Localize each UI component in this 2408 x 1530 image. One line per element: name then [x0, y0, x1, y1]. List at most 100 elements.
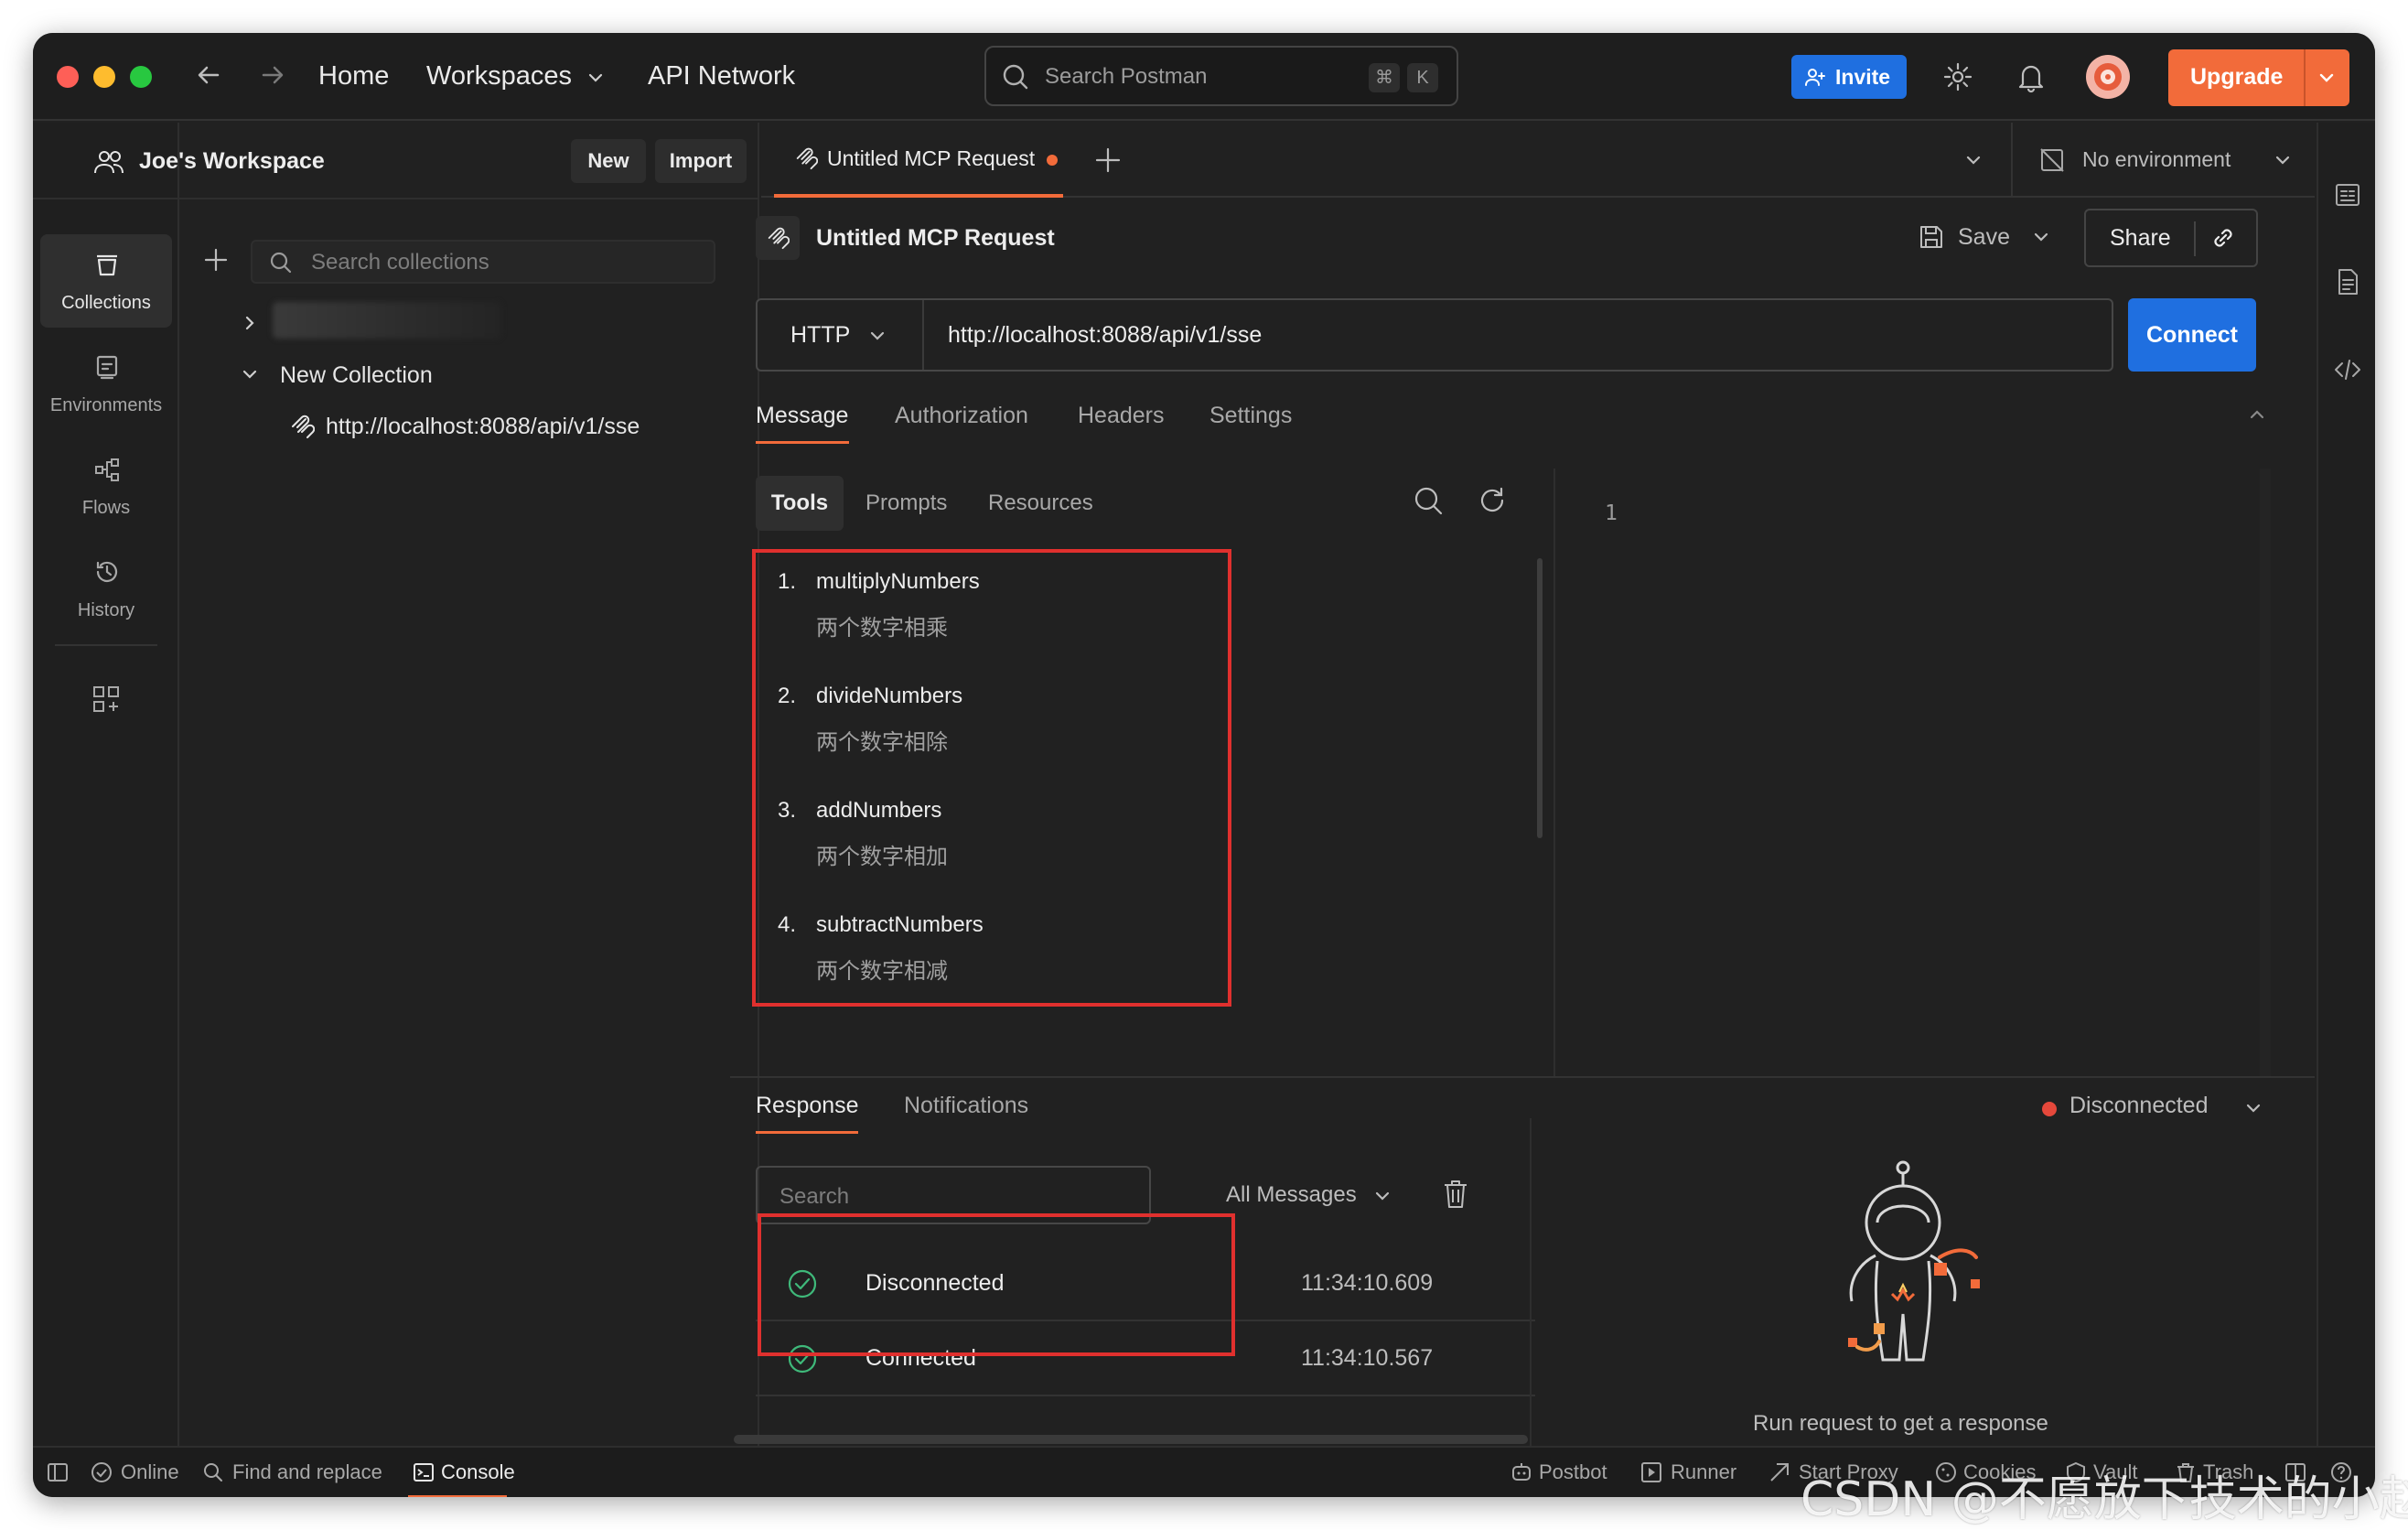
save-disk-icon[interactable]	[1918, 223, 1945, 251]
response-scrollbar[interactable]	[734, 1435, 1528, 1444]
online-status[interactable]: Online	[121, 1460, 179, 1484]
collections-icon	[93, 251, 121, 278]
rail-item-flows[interactable]: Flows	[40, 439, 172, 533]
url-input[interactable]: http://localhost:8088/api/v1/sse	[948, 322, 1262, 349]
tab-message[interactable]: Message	[756, 403, 848, 429]
chevron-down-icon[interactable]	[2273, 150, 2293, 170]
chevron-down-icon[interactable]	[1963, 150, 1983, 170]
copy-link-icon[interactable]	[2209, 223, 2238, 253]
add-sidebar-item-icon[interactable]	[91, 684, 121, 714]
tool-name: addNumbers	[816, 798, 942, 823]
search-collections-input[interactable]: Search collections	[251, 240, 715, 284]
search-icon[interactable]	[1413, 485, 1444, 516]
subtab-prompts[interactable]: Prompts	[865, 490, 947, 516]
avatar[interactable]	[2086, 55, 2130, 99]
share-button[interactable]: Share	[2110, 225, 2171, 252]
tab-settings[interactable]: Settings	[1209, 403, 1292, 429]
chevron-up-icon[interactable]	[2247, 404, 2267, 425]
add-collection-icon[interactable]	[203, 247, 229, 273]
upgrade-button[interactable]: Upgrade	[2168, 49, 2349, 106]
tab-authorization[interactable]: Authorization	[895, 403, 1028, 429]
chevron-down-icon[interactable]	[2031, 227, 2051, 247]
workspace-name[interactable]: Joe's Workspace	[139, 148, 325, 175]
chevron-down-icon[interactable]	[2317, 68, 2337, 88]
tool-name: subtractNumbers	[816, 912, 984, 937]
new-button[interactable]: New	[571, 139, 646, 183]
documentation-icon[interactable]	[2333, 181, 2362, 210]
api-network-link[interactable]: API Network	[648, 61, 795, 92]
tab-headers[interactable]: Headers	[1078, 403, 1165, 429]
chevron-down-icon[interactable]	[2243, 1098, 2263, 1118]
code-snippet-icon[interactable]	[2333, 355, 2362, 384]
close-window-button[interactable]	[57, 66, 79, 88]
tool-item[interactable]: 1. multiplyNumbers 两个数字相乘	[778, 569, 1217, 664]
shortcut-cmd-key: ⌘	[1369, 63, 1400, 92]
home-link[interactable]: Home	[318, 61, 389, 92]
csdn-watermark: CSDN @不愿放下技术的小赵	[1801, 1472, 2408, 1527]
chevron-down-icon[interactable]	[240, 364, 260, 384]
search-icon	[1001, 62, 1030, 92]
upgrade-label: Upgrade	[2190, 64, 2284, 90]
trash-icon[interactable]	[1442, 1179, 1469, 1210]
unsaved-dot	[1047, 155, 1058, 166]
back-arrow-icon[interactable]	[194, 60, 223, 90]
online-check-icon	[90, 1460, 113, 1484]
new-tab-plus-icon[interactable]	[1094, 146, 1122, 174]
sidebar-request-url[interactable]: http://localhost:8088/api/v1/sse	[326, 414, 640, 440]
rail-item-history[interactable]: History	[40, 542, 172, 635]
editor-scrollbar[interactable]	[2260, 469, 2271, 1076]
notification-bell-icon[interactable]	[2015, 60, 2048, 93]
request-title[interactable]: Untitled MCP Request	[816, 225, 1055, 252]
toggle-sidebar-icon[interactable]	[46, 1460, 70, 1484]
status-dot	[2042, 1102, 2057, 1116]
rail-item-environments[interactable]: Environments	[40, 337, 172, 430]
tool-number: 2.	[778, 684, 797, 708]
console-active-indicator	[408, 1495, 507, 1497]
tool-item[interactable]: 4. subtractNumbers 两个数字相减	[778, 912, 1217, 1007]
tab-response[interactable]: Response	[756, 1093, 859, 1119]
chevron-down-icon[interactable]	[867, 326, 887, 346]
console-button[interactable]: Console	[441, 1460, 515, 1484]
response-split-divider	[1530, 1118, 1532, 1446]
save-button[interactable]: Save	[1958, 224, 2010, 251]
find-replace-button[interactable]: Find and replace	[232, 1460, 382, 1484]
forward-arrow-icon[interactable]	[258, 60, 287, 90]
collection-name[interactable]: New Collection	[280, 362, 433, 389]
maximize-window-button[interactable]	[130, 66, 152, 88]
tab-notifications[interactable]: Notifications	[904, 1093, 1028, 1119]
workspaces-menu[interactable]: Workspaces	[426, 61, 572, 92]
refresh-icon[interactable]	[1477, 485, 1508, 516]
settings-gear-icon[interactable]	[1941, 60, 1974, 93]
blurred-collection-name[interactable]	[273, 302, 501, 339]
tool-description: 两个数字相除	[816, 730, 948, 755]
subtab-resources[interactable]: Resources	[988, 490, 1093, 516]
chevron-down-icon[interactable]	[586, 68, 606, 88]
proxy-icon	[1768, 1460, 1791, 1484]
message-editor-divider	[1553, 469, 1555, 1076]
runner-button[interactable]: Runner	[1671, 1460, 1736, 1484]
connect-button[interactable]: Connect	[2128, 298, 2256, 372]
tool-item[interactable]: 2. divideNumbers 两个数字相除	[778, 684, 1217, 779]
postbot-button[interactable]: Postbot	[1539, 1460, 1607, 1484]
subtab-tools[interactable]: Tools	[756, 476, 844, 531]
chevron-down-icon[interactable]	[1372, 1186, 1392, 1206]
rail-item-collections[interactable]: Collections	[40, 234, 172, 328]
share-button-group: Share	[2084, 209, 2258, 267]
method-selector[interactable]: HTTP	[790, 322, 850, 349]
message-time: 11:34:10.609	[1301, 1270, 1434, 1296]
document-icon[interactable]	[2333, 267, 2362, 296]
tools-scrollbar[interactable]	[1537, 558, 1543, 838]
global-search-input[interactable]: Search Postman ⌘ K	[984, 46, 1458, 106]
tab-title: Untitled MCP Request	[827, 146, 1036, 170]
minimize-window-button[interactable]	[93, 66, 115, 88]
environment-selector[interactable]: No environment	[2082, 147, 2231, 172]
mcp-request-icon	[766, 226, 790, 250]
chevron-right-icon[interactable]	[240, 313, 260, 333]
empty-response-text: Run request to get a response	[1753, 1411, 2048, 1436]
tab-untitled-mcp-request[interactable]: Untitled MCP Request	[774, 123, 1063, 198]
invite-button[interactable]: Invite	[1791, 55, 1907, 99]
url-bar: HTTP http://localhost:8088/api/v1/sse	[756, 298, 2113, 372]
import-button[interactable]: Import	[655, 139, 747, 183]
message-filter-dropdown[interactable]: All Messages	[1226, 1182, 1357, 1208]
tool-item[interactable]: 3. addNumbers 两个数字相加	[778, 798, 1217, 893]
